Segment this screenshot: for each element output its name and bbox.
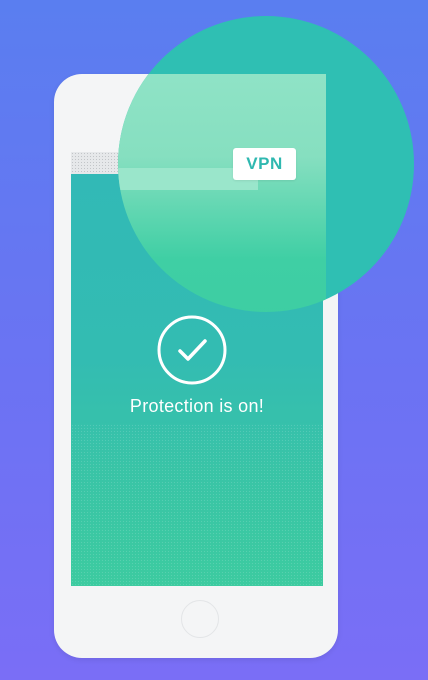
home-button[interactable] (181, 600, 219, 638)
protection-status-text: Protection is on! (129, 396, 265, 416)
screen-texture (71, 424, 323, 586)
circle-screen-overlay (118, 74, 326, 312)
check-circle-icon (157, 315, 227, 385)
vpn-badge[interactable]: VPN (233, 148, 296, 180)
vpn-badge-label: VPN (246, 154, 283, 173)
